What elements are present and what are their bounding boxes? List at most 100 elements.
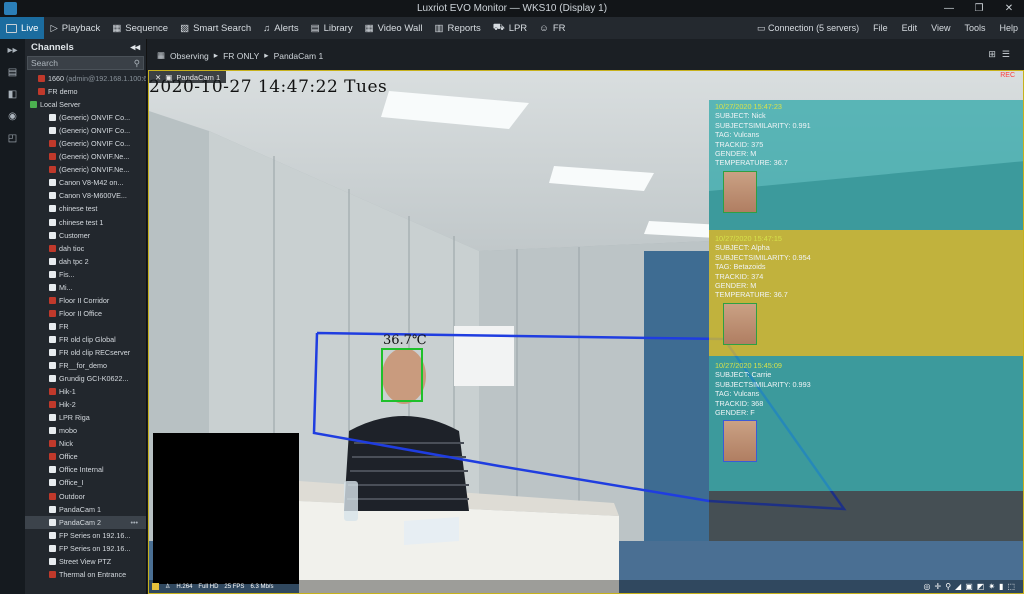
events-icon[interactable]: ◰ [0,127,25,149]
layout-icon[interactable]: ⊞ [988,49,1002,59]
channel-item[interactable]: Canon V8-M600VE... [25,189,146,202]
camera-icon [49,531,56,539]
channel-item[interactable]: Fis... [25,268,146,281]
channel-item[interactable]: (Generic) ONVIF.Ne... [25,163,146,176]
channel-item[interactable]: Hik-1 [25,385,146,398]
channel-search-input[interactable]: Search ⚲ [27,56,144,70]
zoom-icon[interactable]: ⚲ [945,582,955,591]
menu-help[interactable]: Help [999,23,1018,33]
maximize-button[interactable]: ❐ [964,0,994,17]
channel-item[interactable]: Office Internal [25,463,146,476]
grid-icon[interactable]: ▦ [157,50,165,61]
map-icon[interactable]: ◉ [0,105,25,127]
menu-file[interactable]: File [873,23,888,33]
camera-settings-icon[interactable]: ⬚ [1007,582,1019,591]
layout-options[interactable]: ⊞☰ [988,49,1016,60]
breadcrumb-camera[interactable]: PandaCam 1 [274,51,324,61]
channel-item[interactable]: LPR Riga [25,411,146,424]
breadcrumb-observing[interactable]: Observing [170,51,209,61]
audio-icon[interactable]: ◢ [955,582,965,591]
recognition-card[interactable]: 10/27/2020 15:47:15 SUBJECT: Alpha SUBJE… [709,233,1015,346]
channel-item[interactable]: chinese test [25,202,146,215]
channel-item[interactable]: 1660(admin@192.168.1.100:60... [25,72,146,85]
channel-item[interactable]: Office [25,450,146,463]
channel-label: Office Internal [59,465,104,475]
tab-reports[interactable]: ▥ Reports [428,17,486,39]
channel-item[interactable]: Outdoor [25,490,146,503]
close-button[interactable]: ✕ [994,0,1024,17]
channel-item[interactable]: Canon V8-M42 on... [25,176,146,189]
channel-item[interactable]: (Generic) ONVIF.Ne... [25,150,146,163]
recognition-card[interactable]: 10/27/2020 15:47:23 SUBJECT: Nick SUBJEC… [709,101,1015,214]
tab-alerts[interactable]: ♫ Alerts [257,17,304,39]
snapshot-icon[interactable]: ▣ [965,582,977,591]
tab-live[interactable]: Live [0,17,45,39]
channel-item[interactable]: (Generic) ONVIF Co... [25,111,146,124]
channel-item[interactable]: (Generic) ONVIF Co... [25,137,146,150]
channel-item[interactable]: PandaCam 2 ••• [25,515,146,529]
channel-item[interactable]: (Generic) ONVIF Co... [25,124,146,137]
tab-playback[interactable]: ▷ Playback [44,17,106,39]
tab-smart-search[interactable]: ▧ Smart Search [174,17,257,39]
title-bar: Luxriot EVO Monitor — WKS10 (Display 1) … [0,0,1024,17]
channel-item[interactable]: Local Server [25,98,146,111]
menu-view[interactable]: View [931,23,950,33]
channel-item[interactable]: Street View PTZ [25,555,146,568]
collapse-panel-icon[interactable]: ◂◂ [130,42,140,53]
channel-label: LPR Riga [59,413,90,423]
channel-item[interactable]: PandaCam 1 [25,503,146,516]
layouts-icon[interactable]: ▤ [0,61,25,83]
export-icon[interactable]: ◩ [977,582,989,591]
tab-lpr[interactable]: ⛟ LPR [487,17,533,39]
recognition-card[interactable]: 10/27/2020 15:45:09 SUBJECT: Carrie SUBJ… [709,360,1015,463]
channel-item[interactable]: Office_I [25,476,146,489]
menu-edit[interactable]: Edit [902,23,918,33]
crosshair-icon[interactable]: ✛ [934,582,945,591]
camera-tab[interactable]: ✕ ▣ PandaCam 1 [149,71,227,83]
channel-item[interactable]: Grundig GCI-K0622... [25,372,146,385]
channel-label: 1660 [48,74,64,84]
menu-icon[interactable]: ☰ [1002,49,1016,59]
tab-video-wall[interactable]: ▦ Video Wall [359,17,429,39]
channel-item[interactable]: FP Series on 192.16... [25,542,146,555]
channel-item[interactable]: Thermal on Entrance [25,568,146,581]
channel-item[interactable]: Floor II Corridor [25,294,146,307]
camera-icon [49,544,56,552]
channel-item[interactable]: chinese test 1 [25,216,146,229]
recognition-line: TRACKID: 375 [715,139,764,149]
channel-item[interactable]: Nick [25,437,146,450]
alert-icon[interactable]: ✷ [988,582,999,591]
channel-item[interactable]: FR__for_demo [25,359,146,372]
recognition-line: TRACKID: 368 [715,398,764,408]
channel-item[interactable]: FR demo [25,85,146,98]
connection-status[interactable]: ▭ Connection (5 servers) [757,23,859,34]
more-options-icon[interactable]: ••• [130,518,138,527]
channels-title: Channels [31,42,74,53]
expand-icon[interactable]: ▸▸ [0,39,25,61]
channel-item[interactable]: dah tioc [25,242,146,255]
channel-item[interactable]: Hik-2 [25,398,146,411]
channel-item[interactable]: Floor II Office [25,307,146,320]
channel-item[interactable]: dah tpc 2 [25,255,146,268]
server-icon: ▭ [757,22,769,33]
channel-item[interactable]: Customer [25,229,146,242]
download-icon[interactable] [152,583,159,590]
channel-item[interactable]: FR old clip Global [25,333,146,346]
cameras-icon[interactable]: ◧ [0,83,25,105]
breadcrumb-fr-only[interactable]: FR ONLY [223,51,259,61]
channel-item[interactable]: Mi... [25,281,146,294]
camera-viewport[interactable]: 2020-10-27 14:47:22 Tues ✕ ▣ PandaCam 1 … [148,70,1024,594]
minimize-button[interactable]: — [934,0,964,17]
tab-fr[interactable]: ☺ FR [533,17,571,39]
tab-sequence[interactable]: ▦ Sequence [106,17,174,39]
ptz-icon[interactable]: ◎ [924,582,935,591]
channel-item[interactable]: FR [25,320,146,333]
close-icon[interactable]: ✕ [155,73,161,82]
channel-item[interactable]: mobo [25,424,146,437]
channel-item[interactable]: FP Series on 192.16... [25,529,146,542]
channel-label: Canon V8-M42 on... [59,178,124,188]
channel-item[interactable]: FR old clip RECserver [25,346,146,359]
channel-label: Hik-1 [59,387,76,397]
tab-library[interactable]: ▤ Library [305,17,359,39]
menu-tools[interactable]: Tools [964,23,985,33]
